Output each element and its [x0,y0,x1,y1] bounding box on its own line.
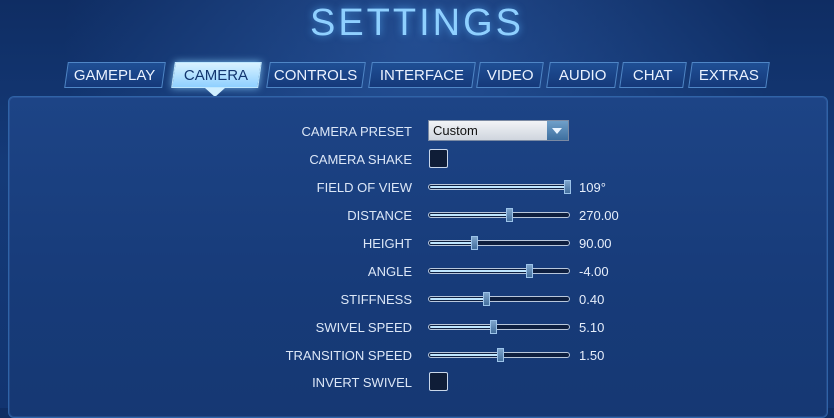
invert-swivel-label: INVERT SWIVEL [312,375,412,390]
transition-speed-slider[interactable] [428,348,570,362]
slider-fill [430,270,530,272]
stiffness-row: STIFFNESS 0.40 [0,288,834,312]
slider-thumb[interactable] [483,292,490,306]
invert-swivel-row: INVERT SWIVEL [0,371,834,395]
swivel-speed-slider[interactable] [428,320,570,334]
chevron-down-icon[interactable] [547,121,568,140]
camera-preset-dropdown[interactable]: Custom [428,120,569,141]
camera-shake-label: CAMERA SHAKE [309,152,412,167]
slider-thumb[interactable] [564,180,571,194]
slider-thumb[interactable] [526,264,533,278]
camera-shake-row: CAMERA SHAKE [0,148,834,172]
field-of-view-value: 109° [579,180,606,195]
slider-fill [430,214,510,216]
tab-gameplay[interactable]: GAMEPLAY [64,62,166,88]
invert-swivel-checkbox[interactable] [429,372,448,391]
angle-slider[interactable] [428,264,570,278]
slider-thumb[interactable] [490,320,497,334]
height-label: HEIGHT [362,236,412,251]
swivel-speed-value: 5.10 [579,320,605,335]
field-of-view-label: FIELD OF VIEW [316,180,412,195]
field-of-view-slider[interactable] [428,180,571,194]
tab-audio[interactable]: AUDIO [546,62,619,88]
camera-shake-checkbox[interactable] [429,149,448,168]
swivel-speed-label: SWIVEL SPEED [315,320,412,335]
stiffness-label: STIFFNESS [340,292,412,307]
slider-thumb[interactable] [497,348,504,362]
field-of-view-row: FIELD OF VIEW 109° [0,176,834,200]
distance-row: DISTANCE 270.00 [0,204,834,228]
camera-preset-row: CAMERA PRESET Custom [0,120,834,144]
slider-fill [430,326,494,328]
angle-label: ANGLE [367,264,412,279]
camera-preset-label: CAMERA PRESET [301,124,412,139]
distance-label: DISTANCE [347,208,412,223]
tab-video[interactable]: VIDEO [476,62,544,88]
slider-thumb[interactable] [471,236,478,250]
distance-value: 270.00 [579,208,619,223]
slider-thumb[interactable] [506,208,513,222]
settings-panel [8,96,828,418]
distance-slider[interactable] [428,208,570,222]
tab-camera[interactable]: CAMERA [171,62,262,88]
height-slider[interactable] [428,236,570,250]
slider-fill [430,298,487,300]
transition-speed-label: TRANSITION SPEED [285,348,412,363]
angle-value: -4.00 [579,264,609,279]
stiffness-slider[interactable] [428,292,570,306]
tab-interface[interactable]: INTERFACE [368,62,476,88]
transition-speed-row: TRANSITION SPEED 1.50 [0,344,834,368]
swivel-speed-row: SWIVEL SPEED 5.10 [0,316,834,340]
stiffness-value: 0.40 [579,292,605,307]
tab-extras[interactable]: EXTRAS [688,62,770,88]
height-value: 90.00 [579,236,612,251]
angle-row: ANGLE -4.00 [0,260,834,284]
height-row: HEIGHT 90.00 [0,232,834,256]
transition-speed-value: 1.50 [579,348,605,363]
slider-fill [430,354,501,356]
slider-fill [430,186,568,188]
tab-controls[interactable]: CONTROLS [266,62,366,88]
tab-chat[interactable]: CHAT [619,62,687,88]
camera-preset-value: Custom [433,123,478,138]
page-title: SETTINGS [309,2,525,44]
slider-fill [430,242,475,244]
